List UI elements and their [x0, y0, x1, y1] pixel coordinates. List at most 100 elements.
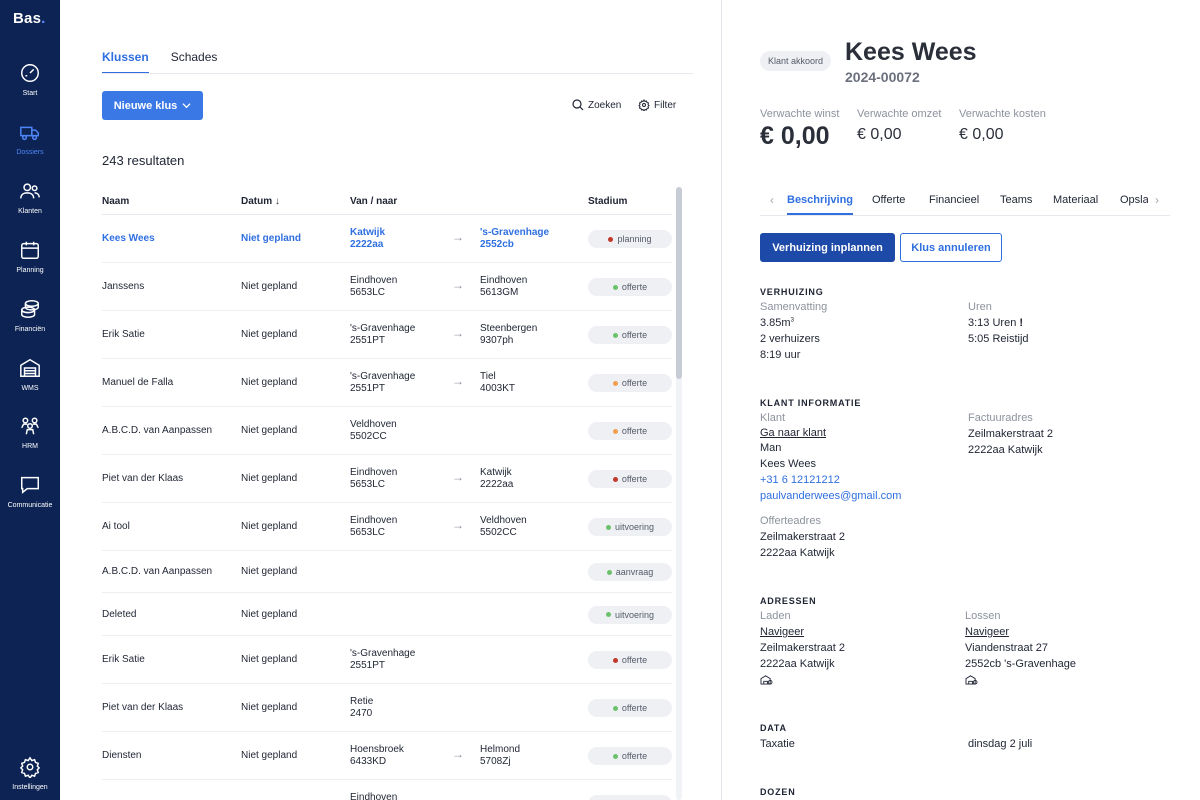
load-navigate-link[interactable]: Navigeer	[760, 626, 804, 638]
cancel-job-button[interactable]: Klus annuleren	[900, 233, 1002, 262]
row-name: Piet van der Klaas	[102, 473, 184, 484]
table-row[interactable]: Janssens Niet gepland Eindhoven 5653LC → Eind…	[60, 263, 721, 311]
metric-value-profit: € 0,00	[760, 122, 830, 150]
row-from-address: Eindhoven 5653LC	[350, 467, 398, 490]
row-to-address: Steenbergen 9307ph	[480, 323, 538, 346]
column-header-date[interactable]: Datum ↓	[241, 196, 280, 207]
sidebar-item-klanten[interactable]: Klanten	[0, 180, 60, 230]
sidebar-item-hrm[interactable]: HRM	[0, 415, 60, 465]
sidebar-item-communicatie[interactable]: Communicatie	[0, 474, 60, 524]
search-label: Zoeken	[588, 99, 622, 111]
table-row[interactable]: Kees Wees Niet gepland Katwijk 2222aa → 's-Gr…	[60, 215, 721, 263]
settings-icon	[638, 99, 650, 111]
table-row[interactable]: Erik Satie Niet gepland 's-Gravenhage 2551P…	[60, 311, 721, 359]
unload-navigate-link[interactable]: Navigeer	[965, 626, 1009, 638]
tab-beschrijving[interactable]: Beschrijving	[787, 194, 854, 215]
row-from-address: 's-Gravenhage 2551PT	[350, 648, 416, 671]
taxatie-label: Taxatie	[760, 738, 795, 750]
tab-materiaal[interactable]: Materiaal	[1053, 194, 1098, 206]
tab-teams[interactable]: Teams	[1000, 194, 1032, 206]
scrollbar-thumb[interactable]	[676, 187, 682, 379]
row-name: Piet van der Klaas	[102, 702, 184, 713]
plan-move-button[interactable]: Verhuizing inplannen	[760, 233, 895, 262]
sidebar-item-label: HRM	[22, 443, 38, 450]
table-row[interactable]: A.B.C.D. van Aanpassen Niet gepland aanvra…	[60, 551, 721, 593]
list-tabs: Klussen Schades	[102, 50, 217, 74]
sidebar-item-label: Financiën	[14, 326, 46, 333]
sidebar-item-label: Planning	[16, 267, 44, 274]
sort-arrow-icon: ↓	[274, 196, 280, 207]
stage-dot-icon	[606, 569, 612, 575]
metric-value-revenue: € 0,00	[857, 126, 902, 143]
sidebar-item-label: WMS	[21, 385, 39, 392]
row-to-address: Helmond 5708Zj	[480, 744, 521, 767]
building-icon[interactable]	[965, 674, 978, 685]
sidebar-item-instellingen[interactable]: Instellingen	[0, 756, 60, 800]
users-icon	[20, 183, 40, 199]
sidebar-item-financien[interactable]: Financiën	[0, 298, 60, 348]
stage-dot-icon	[612, 380, 618, 386]
filter-label: Filter	[654, 99, 677, 111]
table-row[interactable]: Piet van der Klaas Niet gepland Eindhoven 5…	[60, 455, 721, 503]
stage-label: offerte	[621, 655, 648, 665]
row-name: Diensten	[102, 750, 142, 761]
warning-icon: !	[1019, 317, 1024, 329]
stage-dot-icon	[612, 753, 618, 759]
stage-label: offerte	[621, 378, 648, 388]
table-row[interactable]: Eindhoven	[60, 780, 721, 800]
client-email-link[interactable]: paulvanderwees@gmail.com	[760, 490, 901, 502]
stage-badge: uitvoering	[588, 605, 672, 624]
filter-button[interactable]: Filter	[638, 99, 676, 111]
app-logo[interactable]: Bas.	[13, 10, 46, 27]
detail-title: Kees Wees	[845, 38, 977, 66]
tab-offerte[interactable]: Offerte	[872, 194, 905, 206]
table-row[interactable]: Erik Satie Niet gepland 's-Gravenhage 2551P…	[60, 636, 721, 684]
load-label: Laden	[760, 610, 791, 622]
table-row[interactable]: Piet van der Klaas Niet gepland Retie 2470 o…	[60, 684, 721, 732]
table-row[interactable]: Manuel de Falla Niet gepland 's-Gravenhage…	[60, 359, 721, 407]
stage-badge: aanvraag	[588, 563, 672, 581]
tab-financieel[interactable]: Financieel	[929, 194, 979, 206]
new-job-button[interactable]: Nieuwe klus	[102, 91, 203, 120]
row-date: Niet gepland	[241, 281, 298, 292]
stage-dot-icon	[605, 524, 611, 530]
stage-dot-icon	[612, 705, 618, 711]
sidebar: Bas. Start Dossiers Klanten Planning Fin…	[0, 0, 60, 800]
unload-address-line1: Viandenstraat 27	[965, 642, 1048, 654]
summary-label: Samenvatting	[760, 301, 828, 313]
stage-dot-icon	[605, 612, 611, 617]
list-scrollbar[interactable]	[676, 187, 682, 800]
sidebar-item-dossiers[interactable]: Dossiers	[0, 121, 60, 171]
building-icon[interactable]	[760, 674, 773, 685]
chevron-left-icon[interactable]: ‹	[770, 193, 774, 207]
column-header-name[interactable]: Naam	[102, 196, 129, 207]
chevron-right-icon[interactable]: ›	[1155, 193, 1159, 207]
client-phone-link[interactable]: +31 6 12121212	[760, 474, 840, 486]
column-header-stage[interactable]: Stadium	[588, 196, 627, 207]
row-name: Manuel de Falla	[102, 377, 174, 388]
sidebar-item-start[interactable]: Start	[0, 62, 60, 112]
tab-schades[interactable]: Schades	[171, 50, 218, 74]
tab-opslag[interactable]: Opsla	[1120, 194, 1148, 206]
move-volume: 3.85m3	[760, 317, 794, 329]
table-row[interactable]: Diensten Niet gepland Hoensbroek 6433KD → Hel…	[60, 732, 721, 780]
stage-badge: offerte	[588, 747, 672, 765]
section-title-client: KLANT INFORMATIE	[760, 398, 862, 408]
row-date: Niet gepland	[241, 566, 298, 577]
table-row[interactable]: Deleted Niet gepland uitvoering	[60, 593, 721, 636]
search-button[interactable]: Zoeken	[572, 99, 621, 111]
stage-label: aanvraag	[615, 567, 654, 577]
table-row[interactable]: Ai tool Niet gepland Eindhoven 5653LC → Veldh…	[60, 503, 721, 551]
stage-badge: offerte	[588, 374, 672, 392]
sidebar-item-planning[interactable]: Planning	[0, 239, 60, 289]
go-to-client-link[interactable]: Ga naar klant	[760, 427, 826, 439]
taxatie-value: dinsdag 2 juli	[968, 738, 1033, 750]
column-header-route[interactable]: Van / naar	[350, 196, 397, 207]
table-row[interactable]: A.B.C.D. van Aanpassen Niet gepland Veldho…	[60, 407, 721, 455]
stage-badge: offerte	[588, 422, 672, 440]
row-name: A.B.C.D. van Aanpassen	[102, 566, 213, 577]
sidebar-item-wms[interactable]: WMS	[0, 357, 60, 407]
row-name: Kees Wees	[102, 233, 155, 244]
section-title-boxes: DOZEN	[760, 787, 796, 797]
tab-klussen[interactable]: Klussen	[102, 50, 149, 74]
